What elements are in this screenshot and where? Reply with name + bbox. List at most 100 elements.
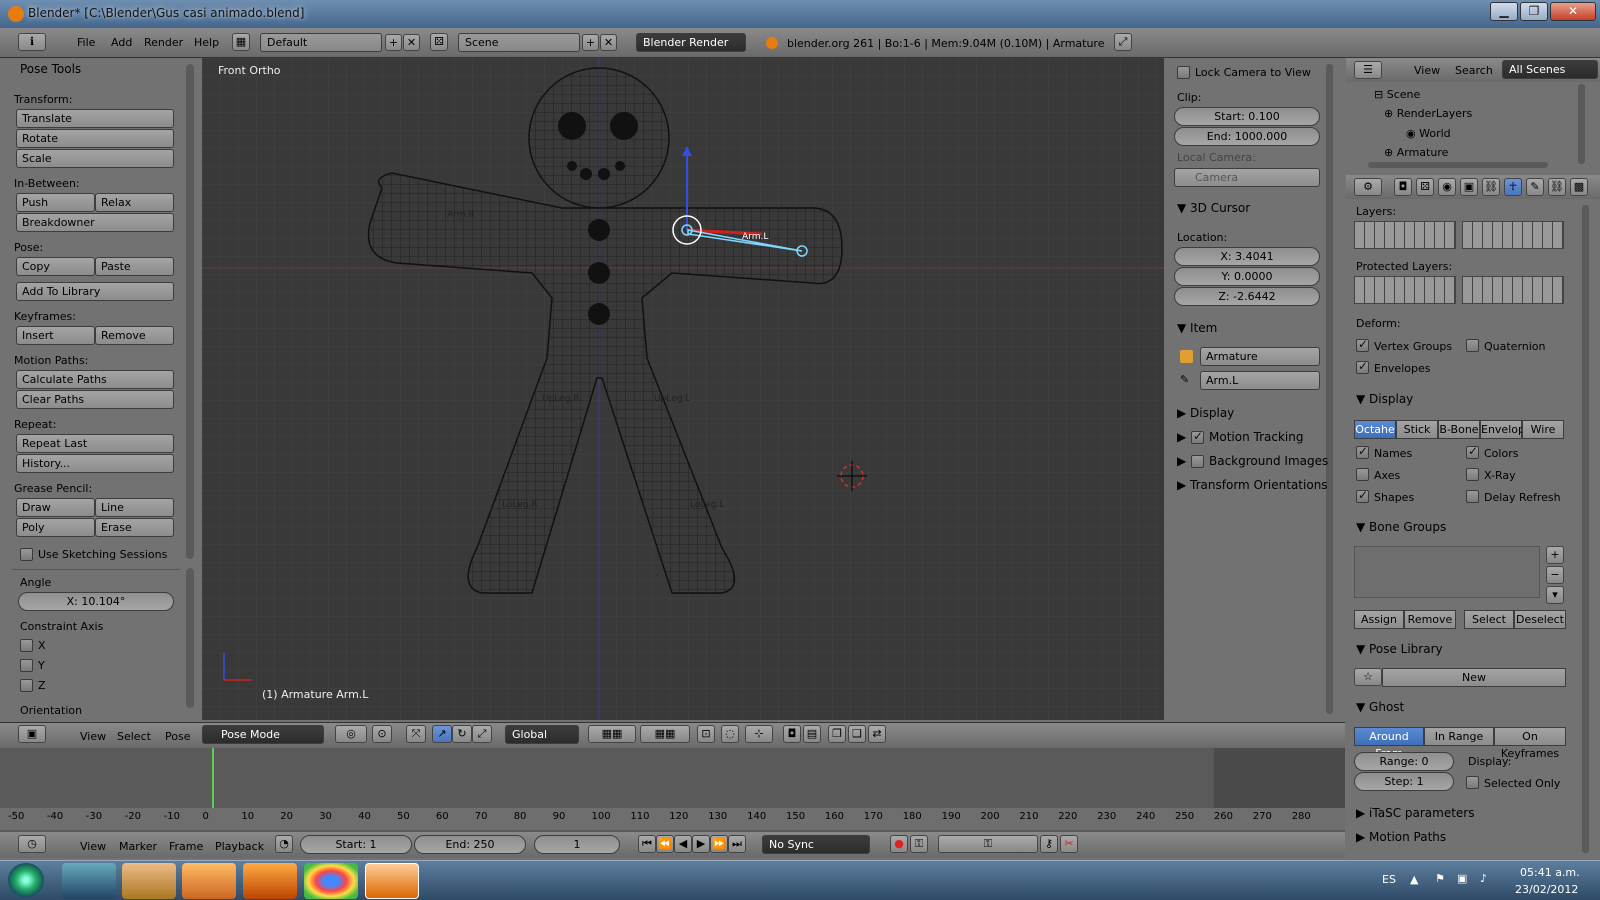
scene-tab-icon[interactable]: ⚄ (1416, 178, 1434, 196)
display-octahedral[interactable]: Octahe (1354, 420, 1396, 439)
menu-help[interactable]: Help (194, 36, 219, 49)
show-hidden-icons-icon[interactable]: ▲ (1410, 873, 1418, 886)
timeline-menu-playback[interactable]: Playback (215, 840, 264, 853)
cursor-z-field[interactable]: Z: -2.6442 (1174, 287, 1320, 306)
constraint-z-checkbox[interactable] (20, 679, 33, 692)
history-button[interactable]: History... (16, 454, 174, 473)
frame-ruler[interactable]: -50 -40 -30 -20 -10 0 10 20 30 40 50 60 70 80 90 100 110… (0, 808, 1345, 830)
object-tab-icon[interactable]: ▣ (1460, 178, 1478, 196)
ghost-step-field[interactable]: Step: 1 (1354, 772, 1454, 791)
envelopes-checkbox[interactable] (1356, 359, 1369, 374)
constraints-tab-icon[interactable]: ⛓ (1482, 178, 1500, 196)
paste-pose-button[interactable]: Paste (95, 257, 174, 276)
jump-start-icon[interactable]: ⏮ (638, 835, 656, 853)
remove-scene-icon[interactable]: ✕ (600, 34, 617, 51)
mode-select[interactable]: Pose Mode (202, 725, 324, 744)
render-tab-icon[interactable]: ◘ (1394, 178, 1412, 196)
axes-checkbox[interactable] (1356, 468, 1369, 481)
keying-set-field[interactable]: ⚿ (938, 835, 1038, 853)
editor-type-timeline-icon[interactable]: ◷ (18, 835, 46, 853)
blender-taskbar-icon[interactable] (365, 863, 419, 899)
motion-tracking-panel[interactable]: ▶ (1177, 430, 1186, 444)
render-anim-icon[interactable]: ▤ (803, 725, 821, 743)
display-stick[interactable]: Stick (1396, 420, 1438, 439)
calculate-paths-button[interactable]: Calculate Paths (16, 370, 174, 389)
render-engine-select[interactable]: Blender Render (636, 33, 746, 52)
ghost-range-field[interactable]: Range: 0 (1354, 752, 1454, 771)
display-section-title[interactable]: ▼ Display (1356, 392, 1413, 406)
proportional-edit-icon[interactable]: ◌ (721, 725, 739, 743)
insert-key-icon[interactable]: ⚷ (1040, 835, 1058, 853)
scene-field[interactable]: Scene (458, 33, 580, 52)
gp-erase-button[interactable]: Erase (95, 518, 174, 537)
ghost-on-keyframes[interactable]: On Keyframes (1494, 727, 1566, 760)
gp-line-button[interactable]: Line (95, 498, 174, 517)
protected-layers-grid-b[interactable] (1462, 276, 1564, 304)
itasc-title[interactable]: ▶ iTaSC parameters (1356, 806, 1475, 820)
background-images-panel[interactable]: ▶ (1177, 454, 1186, 468)
assign-button[interactable]: Assign (1354, 610, 1404, 629)
toolshelf-scrollbar[interactable] (186, 64, 194, 559)
view3d-menu-select[interactable]: Select (117, 730, 151, 743)
properties-scrollbar[interactable] (1582, 205, 1589, 853)
cursor-x-field[interactable]: X: 3.4041 (1174, 247, 1320, 266)
add-scene-icon[interactable]: + (582, 34, 599, 51)
outliner-filter-select[interactable]: All Scenes (1502, 60, 1598, 79)
start-frame-field[interactable]: Start: 1 (300, 835, 412, 854)
xray-checkbox[interactable] (1466, 468, 1479, 481)
translate-button[interactable]: Translate (16, 109, 174, 128)
timeline-editor[interactable]: -50 -40 -30 -20 -10 0 10 20 30 40 50 60 70 80 90 100 110… (0, 748, 1345, 834)
constraint-y-checkbox[interactable] (20, 659, 33, 672)
transform-orientations-panel[interactable]: ▶ Transform Orientations (1177, 478, 1328, 492)
clip-start-field[interactable]: Start: 0.100 (1174, 107, 1320, 126)
volume-icon[interactable]: ♪ (1480, 872, 1487, 885)
remove-keyframe-button[interactable]: Remove (95, 326, 174, 345)
new-pose-library-button[interactable]: New (1382, 668, 1566, 687)
texture-tab-icon[interactable]: ▩ (1570, 178, 1588, 196)
timeline-menu-view[interactable]: View (80, 840, 106, 853)
start-button-icon[interactable] (8, 863, 44, 897)
remove-button[interactable]: Remove (1404, 610, 1456, 629)
outliner-item-world[interactable]: ◉ World (1406, 127, 1451, 140)
vertex-groups-checkbox[interactable] (1356, 337, 1369, 352)
pose-tools-title[interactable]: Pose Tools (20, 62, 81, 76)
maximize-button[interactable]: ❐ (1520, 2, 1548, 21)
remove-bone-group-icon[interactable]: − (1546, 566, 1564, 584)
play-reverse-icon[interactable]: ◀ (674, 835, 692, 853)
frame-cursor[interactable] (212, 748, 215, 810)
clock-time[interactable]: 05:41 a.m. (1520, 866, 1580, 879)
play-icon[interactable]: ▶ (692, 835, 710, 853)
constraint-x-checkbox[interactable] (20, 639, 33, 652)
armature-data-tab-icon[interactable]: ☥ (1504, 178, 1522, 196)
sketching-checkbox[interactable] (20, 548, 33, 561)
display-envelope[interactable]: Envelop (1480, 420, 1525, 439)
quaternion-checkbox[interactable] (1466, 339, 1479, 352)
editor-type-info-icon[interactable]: ℹ (18, 33, 46, 51)
menu-render[interactable]: Render (144, 36, 183, 49)
rotate-manipulator-icon[interactable]: ↻ (452, 725, 472, 743)
layers-grid-a[interactable] (1354, 221, 1456, 249)
angle-field[interactable]: X: 10.104° (18, 592, 174, 611)
action-center-icon[interactable]: ⚑ (1435, 872, 1445, 885)
bone-tab-icon[interactable]: ✎ (1526, 178, 1544, 196)
ghost-in-range[interactable]: In Range (1424, 727, 1494, 746)
ghost-around-frame[interactable]: Around Fram (1354, 727, 1424, 760)
media-player-icon[interactable] (182, 863, 236, 899)
preview-range-icon[interactable]: ◔ (275, 835, 293, 853)
insert-keyframe-button[interactable]: Insert (16, 326, 95, 345)
world-tab-icon[interactable]: ◉ (1438, 178, 1456, 196)
clip-end-field[interactable]: End: 1000.000 (1174, 127, 1320, 146)
scale-manipulator-icon[interactable]: ⤢ (472, 725, 492, 743)
gp-poly-button[interactable]: Poly (16, 518, 95, 537)
editor-type-outliner-icon[interactable]: ☰ (1354, 61, 1382, 79)
operator-scrollbar[interactable] (186, 568, 194, 708)
background-images-checkbox[interactable] (1191, 455, 1204, 468)
close-button[interactable]: ✕ (1550, 2, 1596, 21)
motion-paths-title[interactable]: ▶ Motion Paths (1356, 830, 1446, 844)
repeat-last-button[interactable]: Repeat Last (16, 434, 174, 453)
display-panel-title[interactable]: ▶ Display (1177, 406, 1234, 420)
add-screen-icon[interactable]: + (385, 34, 402, 51)
protected-layers-grid-a[interactable] (1354, 276, 1456, 304)
colors-checkbox[interactable] (1466, 444, 1479, 459)
render-still-icon[interactable]: ◘ (783, 725, 801, 743)
